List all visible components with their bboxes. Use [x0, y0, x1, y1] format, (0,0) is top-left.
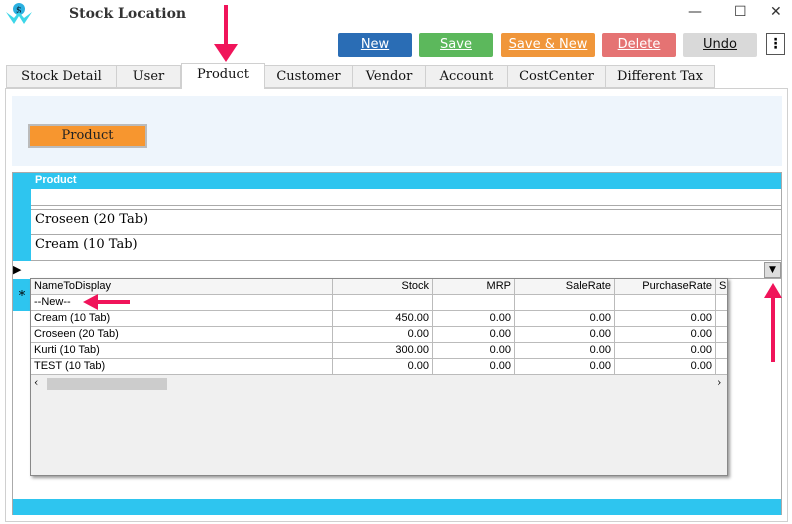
- tab-product[interactable]: Product: [181, 63, 265, 89]
- annotation-arrows: [83, 5, 782, 362]
